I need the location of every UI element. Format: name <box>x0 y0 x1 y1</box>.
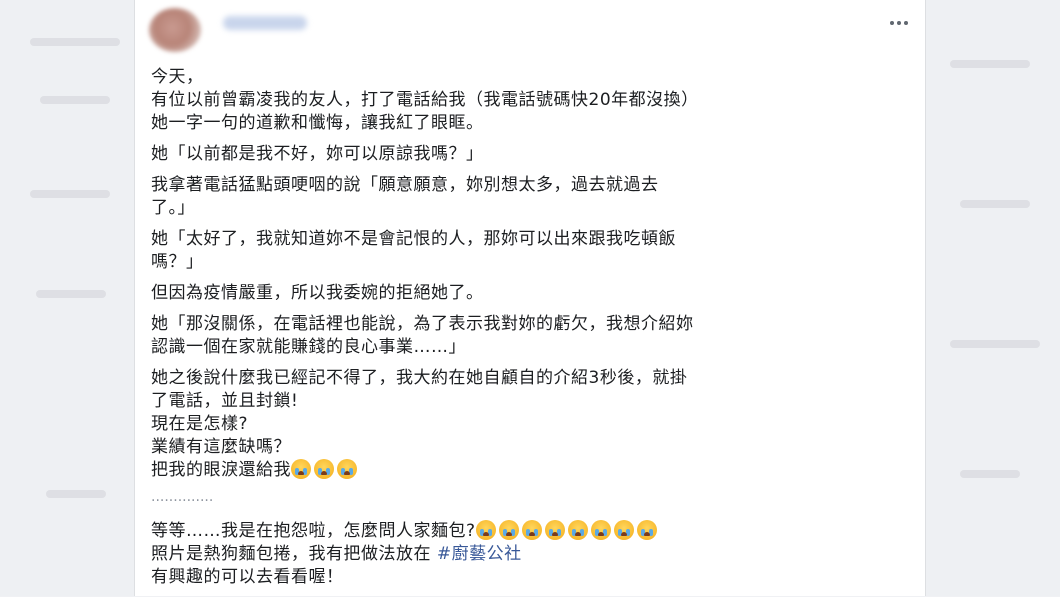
post-line: 她一字一句的道歉和懺悔，讓我紅了眼眶。 <box>151 113 484 133</box>
tears-line: 把我的眼淚還給我 <box>151 459 911 482</box>
more-options-button[interactable] <box>885 14 913 32</box>
post-paragraph: 我拿著電話猛點頭哽咽的說「願意願意，妳別想太多，過去就過去 了。」 <box>151 174 911 220</box>
background-blur-line <box>960 200 1030 208</box>
crying-face-emoji <box>314 459 334 479</box>
more-horizontal-icon <box>889 21 910 25</box>
post-line: 但因為疫情嚴重，所以我委婉的拒絕她了。 <box>151 283 484 303</box>
closing-line-1: 等等……我是在抱怨啦，怎麼問人家麵包? <box>151 520 911 543</box>
crying-face-emoji <box>475 520 496 540</box>
closing-text: 照片是熱狗麵包捲，我有把做法放在 <box>151 544 431 564</box>
post-paragraph: 等等……我是在抱怨啦，怎麼問人家麵包? 照片是熱狗麵包捲，我有把做法放在 #廚藝… <box>151 520 911 589</box>
post-line: 她之後說什麼我已經記不得了，我大約在她自顧自的介紹3秒後，就掛 <box>151 368 688 388</box>
closing-text: 等等……我是在抱怨啦，怎麼問人家麵包? <box>151 521 476 541</box>
post-line: 今天， <box>151 67 204 87</box>
post-line: 認識一個在家就能賺錢的良心事業……」 <box>151 337 466 357</box>
author-name-blurred[interactable] <box>223 16 307 30</box>
background-blur-line <box>30 190 110 198</box>
post-line: 她「太好了，我就知道妳不是會記恨的人，那妳可以出來跟我吃頓飯 <box>151 229 676 249</box>
post-line: 業績有這麼缺嗎？ <box>151 437 291 457</box>
post-line: 她「以前都是我不好，妳可以原諒我嗎？」 <box>151 144 484 164</box>
avatar[interactable] <box>149 8 201 52</box>
background-blur-line <box>46 490 106 498</box>
background-blur-line <box>30 38 120 46</box>
post-paragraph: 她「以前都是我不好，妳可以原諒我嗎？」 <box>151 143 911 166</box>
post-line: 我拿著電話猛點頭哽咽的說「願意願意，妳別想太多，過去就過去 <box>151 175 659 195</box>
post-header <box>135 0 925 60</box>
post-paragraph: 她之後說什麼我已經記不得了，我大約在她自顧自的介紹3秒後，就掛 了電話，並且封鎖… <box>151 367 911 482</box>
hashtag-link[interactable]: #廚藝公社 <box>437 544 522 564</box>
post-line: 嗎？」 <box>151 252 204 272</box>
post-line: 現在是怎樣? <box>151 414 249 434</box>
background-blur-line <box>950 340 1040 348</box>
post-card: 今天， 有位以前曾霸凌我的友人，打了電話給我（我電話號碼快20年都沒換） 她一字… <box>134 0 926 596</box>
background-blur-line <box>36 290 106 298</box>
tears-text: 把我的眼淚還給我 <box>151 460 291 480</box>
crying-face-emoji <box>590 520 611 540</box>
background-blur-line <box>960 470 1020 478</box>
crying-face-emoji <box>498 520 519 540</box>
background-blur-line <box>950 60 1030 68</box>
crying-face-emoji <box>636 520 657 540</box>
crying-face-emoji <box>521 520 542 540</box>
crying-face-emoji <box>613 520 634 540</box>
post-paragraph: 但因為疫情嚴重，所以我委婉的拒絕她了。 <box>151 282 911 305</box>
crying-face-emoji <box>291 459 311 479</box>
post-line: 了。」 <box>151 198 195 218</box>
post-line: 有位以前曾霸凌我的友人，打了電話給我（我電話號碼快20年都沒換） <box>151 90 699 110</box>
crying-face-emoji <box>337 459 357 479</box>
post-paragraph: 今天， 有位以前曾霸凌我的友人，打了電話給我（我電話號碼快20年都沒換） 她一字… <box>151 66 911 135</box>
post-line: 了電話，並且封鎖! <box>151 391 299 411</box>
crying-face-emoji <box>567 520 588 540</box>
post-body: 今天， 有位以前曾霸凌我的友人，打了電話給我（我電話號碼快20年都沒換） 她一字… <box>151 66 911 597</box>
post-paragraph: 她「太好了，我就知道妳不是會記恨的人，那妳可以出來跟我吃頓飯 嗎？」 <box>151 228 911 274</box>
post-line: 她「那沒關係，在電話裡也能說，為了表示我對妳的虧欠，我想介紹妳 <box>151 314 694 334</box>
closing-line-3: 有興趣的可以去看看喔！ <box>151 567 344 587</box>
background-blur-line <box>40 96 110 104</box>
dotted-separator: ·············· <box>151 493 214 509</box>
post-paragraph: 她「那沒關係，在電話裡也能說，為了表示我對妳的虧欠，我想介紹妳 認識一個在家就能… <box>151 313 911 359</box>
closing-line-2: 照片是熱狗麵包捲，我有把做法放在 #廚藝公社 <box>151 543 911 566</box>
crying-face-emoji <box>544 520 565 540</box>
